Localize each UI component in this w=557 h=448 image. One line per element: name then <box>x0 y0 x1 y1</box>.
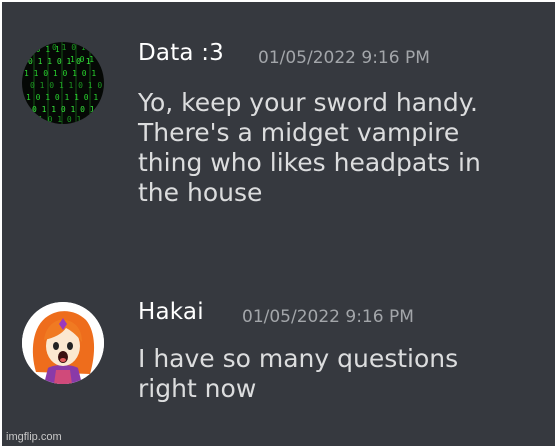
watermark: imgflip.com <box>6 431 62 443</box>
timestamp: 01/05/2022 9:16 PM <box>258 48 430 68</box>
username[interactable]: Hakai <box>138 297 204 327</box>
timestamp: 01/05/2022 9:16 PM <box>242 307 414 327</box>
svg-text:1 1 0 1 0 1 0 1: 1 1 0 1 0 1 0 1 <box>24 69 96 78</box>
svg-text:0 1 0 1 1 0 1 0: 0 1 0 1 1 0 1 0 <box>30 81 102 90</box>
avatar-anime-character-icon[interactable] <box>22 302 104 384</box>
message-line: thing who likes headpats in <box>138 148 481 177</box>
svg-text:1 0 1 0 1: 1 0 1 0 1 <box>38 115 82 124</box>
message-content: Yo, keep your sword handy. There's a mid… <box>138 88 538 208</box>
message-line: There's a midget vampire <box>138 118 460 147</box>
message-line: Yo, keep your sword handy. <box>138 88 478 117</box>
matrix-code-icon: 1 0 1 1 0 1 0 1 1 0 1 1 0 1 0 1 1 0 1 1 … <box>22 42 104 124</box>
message-content: I have so many questions right now <box>138 344 538 404</box>
svg-text:0 1 0 1 1: 0 1 0 1 1 <box>52 43 96 52</box>
message-line: right now <box>138 374 257 403</box>
message-line: I have so many questions <box>138 344 459 373</box>
message-item: Hakai 01/05/2022 9:16 PM I have so many … <box>2 262 555 446</box>
chat-panel: 1 0 1 1 0 1 0 1 1 0 1 1 0 1 0 1 1 0 1 1 … <box>2 2 555 446</box>
anime-character-icon <box>22 302 104 384</box>
svg-text:1 0 1: 1 0 1 <box>70 55 94 64</box>
svg-text:0 1 1 0 1 0 1: 0 1 1 0 1 0 1 <box>32 105 95 114</box>
message-line: the house <box>138 178 263 207</box>
username[interactable]: Data :3 <box>138 38 224 68</box>
message-item: 1 0 1 1 0 1 0 1 1 0 1 1 0 1 0 1 1 0 1 1 … <box>2 2 555 262</box>
avatar-matrix-code-icon[interactable]: 1 0 1 1 0 1 0 1 1 0 1 1 0 1 0 1 1 0 1 1 … <box>22 42 104 124</box>
